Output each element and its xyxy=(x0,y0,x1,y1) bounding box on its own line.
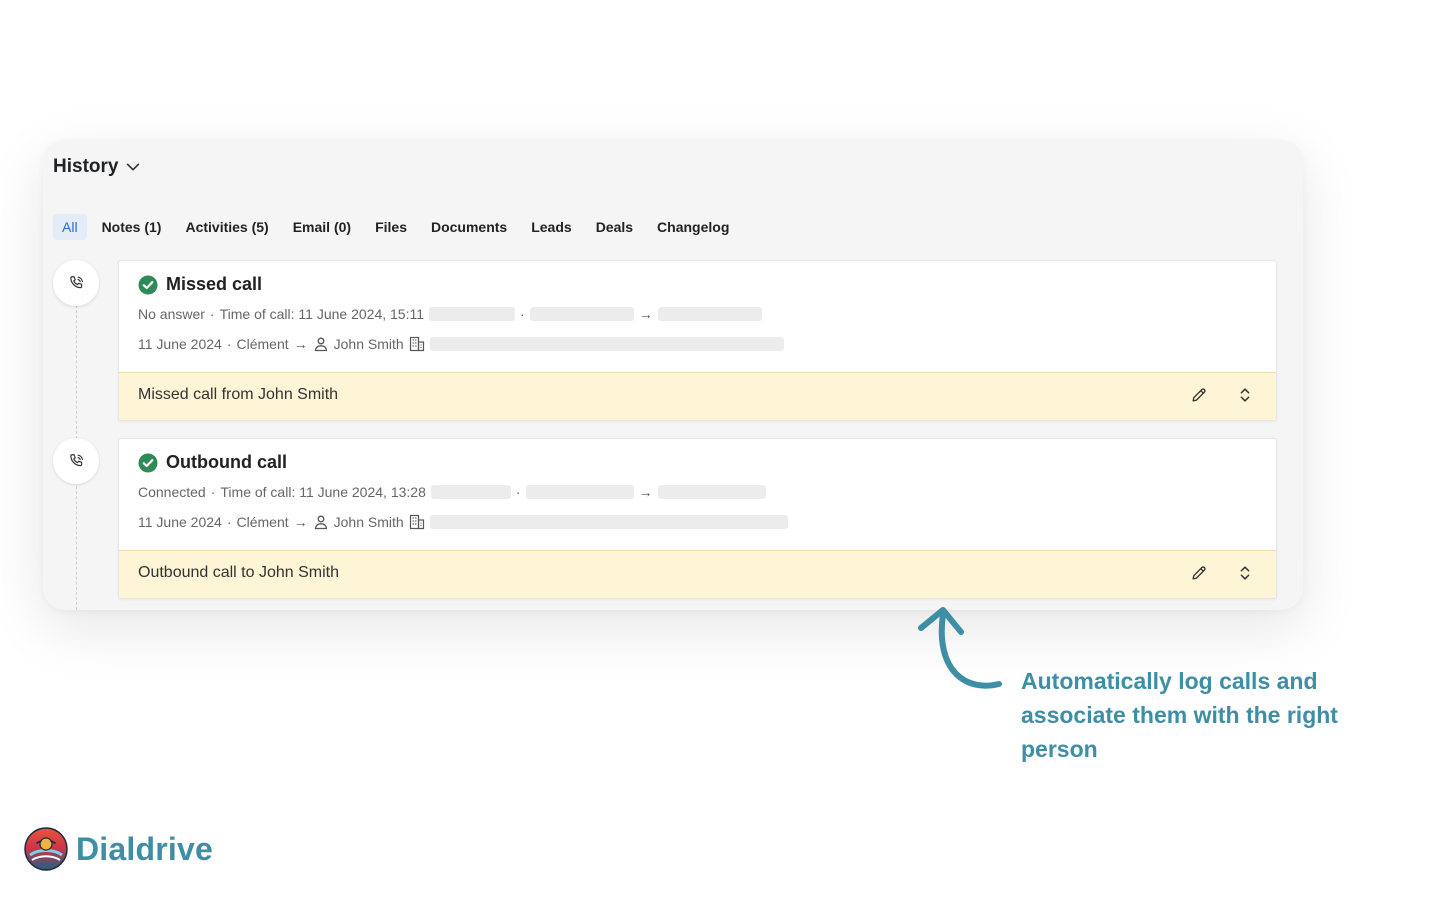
building-icon xyxy=(409,336,424,352)
call-title: Missed call xyxy=(166,274,263,294)
history-tabs: All Notes (1) Activities (5) Email (0) F… xyxy=(53,214,741,240)
redacted-company xyxy=(429,337,784,351)
chevron-down-icon xyxy=(127,163,140,171)
curved-arrow-icon xyxy=(918,607,1002,689)
call-status: Connected xyxy=(138,484,206,500)
contact-link[interactable]: John Smith xyxy=(334,336,404,352)
redacted-phone xyxy=(657,485,766,499)
note-text: Missed call from John Smith xyxy=(138,386,339,403)
history-dropdown[interactable]: History xyxy=(53,156,142,178)
arrow-right-icon: → xyxy=(293,336,308,352)
call-user: Clément xyxy=(236,514,289,530)
separator-dot: · xyxy=(515,484,521,500)
call-meta-line: No answer · Time of call: 11 June 2024, … xyxy=(138,306,762,322)
call-card-outbound[interactable]: Outbound call Connected · Time of call: … xyxy=(118,438,1277,599)
redacted-phone xyxy=(657,307,762,321)
phone-call-icon xyxy=(53,260,99,306)
arrow-right-icon: → xyxy=(638,306,653,322)
call-status: No answer xyxy=(138,306,205,322)
tab-leads[interactable]: Leads xyxy=(519,214,583,240)
person-icon xyxy=(314,337,327,352)
call-title: Outbound call xyxy=(166,452,287,472)
check-circle-icon xyxy=(138,275,158,294)
tab-activities[interactable]: Activities (5) xyxy=(173,214,280,240)
call-time: Time of call: 11 June 2024, 13:28 xyxy=(220,484,426,500)
call-note: Missed call from John Smith xyxy=(119,372,1276,420)
call-owner-line: 11 June 2024 · Clément → John Smith xyxy=(138,336,784,352)
redacted-phone xyxy=(529,307,634,321)
arrow-right-icon: → xyxy=(638,484,653,500)
person-icon xyxy=(314,515,327,530)
call-user: Clément xyxy=(236,336,289,352)
separator-dot: · xyxy=(210,484,216,500)
phone-call-icon xyxy=(53,438,99,484)
history-panel: History All Notes (1) Activities (5) Ema… xyxy=(43,140,1303,610)
brand-name: Dialdrive xyxy=(76,830,213,867)
tab-changelog[interactable]: Changelog xyxy=(645,214,741,240)
redacted-company xyxy=(429,515,788,529)
history-title: History xyxy=(53,156,119,177)
tab-deals[interactable]: Deals xyxy=(584,214,645,240)
call-date: 11 June 2024 xyxy=(138,336,222,352)
tab-email[interactable]: Email (0) xyxy=(281,214,363,240)
call-card-missed[interactable]: Missed call No answer · Time of call: 11… xyxy=(118,260,1277,421)
tab-files[interactable]: Files xyxy=(363,214,419,240)
tab-notes[interactable]: Notes (1) xyxy=(90,214,174,240)
dialdrive-logo-icon xyxy=(24,827,68,871)
redacted-phone xyxy=(429,307,516,321)
call-time: Time of call: 11 June 2024, 15:11 xyxy=(219,306,425,322)
check-circle-icon xyxy=(138,453,158,472)
redacted-phone xyxy=(525,485,634,499)
brand: Dialdrive xyxy=(24,827,213,871)
note-text: Outbound call to John Smith xyxy=(138,564,340,581)
call-date: 11 June 2024 xyxy=(138,514,222,530)
expand-collapse-icon[interactable] xyxy=(1236,564,1254,582)
expand-collapse-icon[interactable] xyxy=(1236,386,1254,404)
tab-documents[interactable]: Documents xyxy=(419,214,519,240)
arrow-right-icon: → xyxy=(293,514,308,530)
separator-dot: · xyxy=(226,336,232,352)
annotation-text: Automatically log calls and associate th… xyxy=(1021,668,1338,762)
tab-all[interactable]: All xyxy=(53,214,87,240)
separator-dot: · xyxy=(209,306,215,322)
pencil-icon[interactable] xyxy=(1190,564,1208,582)
separator-dot: · xyxy=(226,514,232,530)
call-owner-line: 11 June 2024 · Clément → John Smith xyxy=(138,514,788,530)
building-icon xyxy=(409,514,424,530)
contact-link[interactable]: John Smith xyxy=(334,514,404,530)
call-meta-line: Connected · Time of call: 11 June 2024, … xyxy=(138,484,766,500)
separator-dot: · xyxy=(520,306,525,322)
call-note: Outbound call to John Smith xyxy=(119,550,1276,598)
pencil-icon[interactable] xyxy=(1190,386,1208,404)
redacted-phone xyxy=(430,485,511,499)
